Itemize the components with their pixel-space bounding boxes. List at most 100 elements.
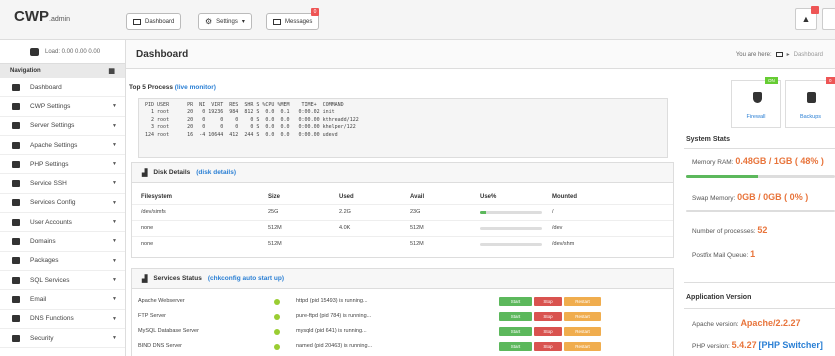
size-cell: 25G xyxy=(268,209,279,215)
envelope-icon xyxy=(12,295,20,303)
list-icon xyxy=(12,199,20,207)
usage-bar xyxy=(480,211,542,214)
size-cell: 512M xyxy=(268,225,282,231)
bell-icon: ▲ xyxy=(801,14,811,24)
mounted-cell: /dev/shm xyxy=(552,241,575,247)
settings-button-label: Settings xyxy=(216,18,238,25)
sidebar-item[interactable]: SQL Services ▼ xyxy=(0,271,125,291)
avail-cell: 23G xyxy=(410,209,421,215)
swap-stat: Swap Memory: 0GB / 0GB ( 0% ) xyxy=(692,192,808,202)
sidebar-item-label: User Accounts xyxy=(30,218,72,226)
filesystem-cell: none xyxy=(141,225,154,231)
process-line: 3 root 20 0 0 0 0 S 0.0 0.0 0:00.00 khel… xyxy=(145,124,356,131)
bar-chart-icon: ▟ xyxy=(142,275,148,283)
user-menu-button[interactable] xyxy=(822,8,835,30)
sidebar-item[interactable]: Packages ▼ xyxy=(0,252,125,271)
shield-icon xyxy=(12,334,20,342)
memory-label: Memory RAM: xyxy=(692,159,734,166)
memory-progress xyxy=(686,175,835,178)
restart-button[interactable]: Restart xyxy=(564,327,601,336)
chevron-down-icon: ▾ xyxy=(241,19,245,25)
sidebar-item-label: Server Settings xyxy=(30,122,75,130)
sidebar-item[interactable]: CWP Settings ▼ xyxy=(0,97,125,117)
dashboard-button[interactable]: Dashboard xyxy=(126,13,182,30)
sidebar-item[interactable]: Domains ▼ xyxy=(0,232,125,252)
stop-button[interactable]: Stop xyxy=(534,342,562,351)
sidebar-item[interactable]: Service SSH ▼ xyxy=(0,174,125,194)
swap-progress xyxy=(686,210,835,212)
start-button[interactable]: Start xyxy=(499,327,532,336)
service-name: MySQL Database Server xyxy=(138,328,199,334)
start-button[interactable]: Start xyxy=(499,297,532,306)
sidebar-item[interactable]: Server Settings ▼ xyxy=(0,117,125,136)
sidebar-item[interactable]: Dashboard xyxy=(0,78,125,98)
top-bar: CWP.admin Dashboard ⚙ Settings ▾ Message… xyxy=(0,0,835,40)
column-header: Used xyxy=(339,194,354,200)
sidebar-item[interactable]: Security ▼ xyxy=(0,329,125,349)
database-icon xyxy=(12,276,20,284)
sidebar-item[interactable]: DNS Functions ▼ xyxy=(0,310,125,329)
filesystem-cell: /dev/simfs xyxy=(141,209,166,215)
settings-button[interactable]: ⚙ Settings ▾ xyxy=(198,13,252,30)
processes-stat: Number of processes: 52 xyxy=(692,225,767,235)
start-button[interactable]: Start xyxy=(499,342,532,351)
restart-button[interactable]: Restart xyxy=(564,297,601,306)
disk-details-panel: ▟ Disk Details (disk details) xyxy=(131,162,674,258)
restart-button[interactable]: Restart xyxy=(564,312,601,321)
service-status: mysqld (pid 641) is running... xyxy=(296,328,367,334)
process-line: 124 root 16 -4 10644 412 244 S 0.0 0.0 0… xyxy=(145,131,338,138)
divider xyxy=(132,204,673,205)
column-header: Filesystem xyxy=(141,194,173,200)
stop-button[interactable]: Stop xyxy=(534,312,562,321)
backups-badge: 0 xyxy=(826,77,835,84)
brand-suffix: .admin xyxy=(49,16,71,23)
php-value: 5.4.27 xyxy=(731,340,757,350)
dashboard-button-label: Dashboard xyxy=(145,18,175,25)
page-title: Dashboard xyxy=(136,49,189,60)
globe-icon xyxy=(12,238,20,246)
disk-details-link[interactable]: (disk details) xyxy=(196,169,236,176)
sidebar-item-label: PHP Settings xyxy=(30,160,69,168)
disk-details-title: Disk Details xyxy=(153,169,191,176)
top-process-heading: Top 5 Process xyxy=(129,84,173,91)
monitor-icon xyxy=(775,52,783,57)
navigation-header: Navigation ▦ xyxy=(0,64,125,78)
php-switcher-link[interactable]: [PHP Switcher] xyxy=(758,340,822,350)
postfix-label: Postfix Mail Queue: xyxy=(692,252,749,259)
postfix-stat: Postfix Mail Queue: 1 xyxy=(692,249,755,259)
live-monitor-link[interactable]: (live monitor) xyxy=(175,84,216,91)
restart-button[interactable]: Restart xyxy=(564,342,601,351)
sidebar-item[interactable]: User Accounts ▼ xyxy=(0,213,125,233)
stop-button[interactable]: Stop xyxy=(534,297,562,306)
brand-name: CWP xyxy=(14,8,49,25)
used-cell: 2.2G xyxy=(339,209,351,215)
backups-tile[interactable]: 0 Backups xyxy=(785,77,835,128)
navigation-title: Navigation xyxy=(10,68,41,74)
sidebar-item[interactable]: Email ▼ xyxy=(0,290,125,310)
sidebar-item-label: Apache Settings xyxy=(30,141,78,149)
chkconfig-link[interactable]: (chkconfig auto start up) xyxy=(208,275,284,282)
apache-label: Apache version: xyxy=(692,321,739,328)
php-version: PHP version: 5.4.27 [PHP Switcher] xyxy=(692,340,823,350)
sidebar-item[interactable]: Apache Settings ▼ xyxy=(0,136,125,156)
process-line: PID USER PR NI VIRT RES SHR S %CPU %MEM … xyxy=(145,102,344,108)
sidebar-item[interactable]: PHP Settings ▼ xyxy=(0,155,125,175)
grid-icon[interactable]: ▦ xyxy=(108,67,115,75)
firewall-tile[interactable]: ON Firewall xyxy=(731,77,781,128)
brand-logo[interactable]: CWP.admin xyxy=(14,8,70,25)
divider xyxy=(132,220,673,221)
gear-icon xyxy=(12,160,20,168)
stop-button[interactable]: Stop xyxy=(534,327,562,336)
service-status: named (pid 20463) is running... xyxy=(296,343,373,349)
service-name: BIND DNS Server xyxy=(138,343,183,349)
start-button[interactable]: Start xyxy=(499,312,532,321)
firewall-label: Firewall xyxy=(746,114,766,120)
chevron-down-icon: ▼ xyxy=(112,257,117,264)
filesystem-cell: none xyxy=(141,241,154,247)
chevron-down-icon: ▼ xyxy=(112,180,117,187)
sidebar-item-label: Packages xyxy=(30,257,59,265)
breadcrumb-prefix: You are here: xyxy=(735,51,772,58)
chevron-down-icon: ▼ xyxy=(112,334,117,341)
breadcrumb-current[interactable]: Dashboard xyxy=(794,52,823,58)
sidebar-item[interactable]: Services Config ▼ xyxy=(0,194,125,214)
